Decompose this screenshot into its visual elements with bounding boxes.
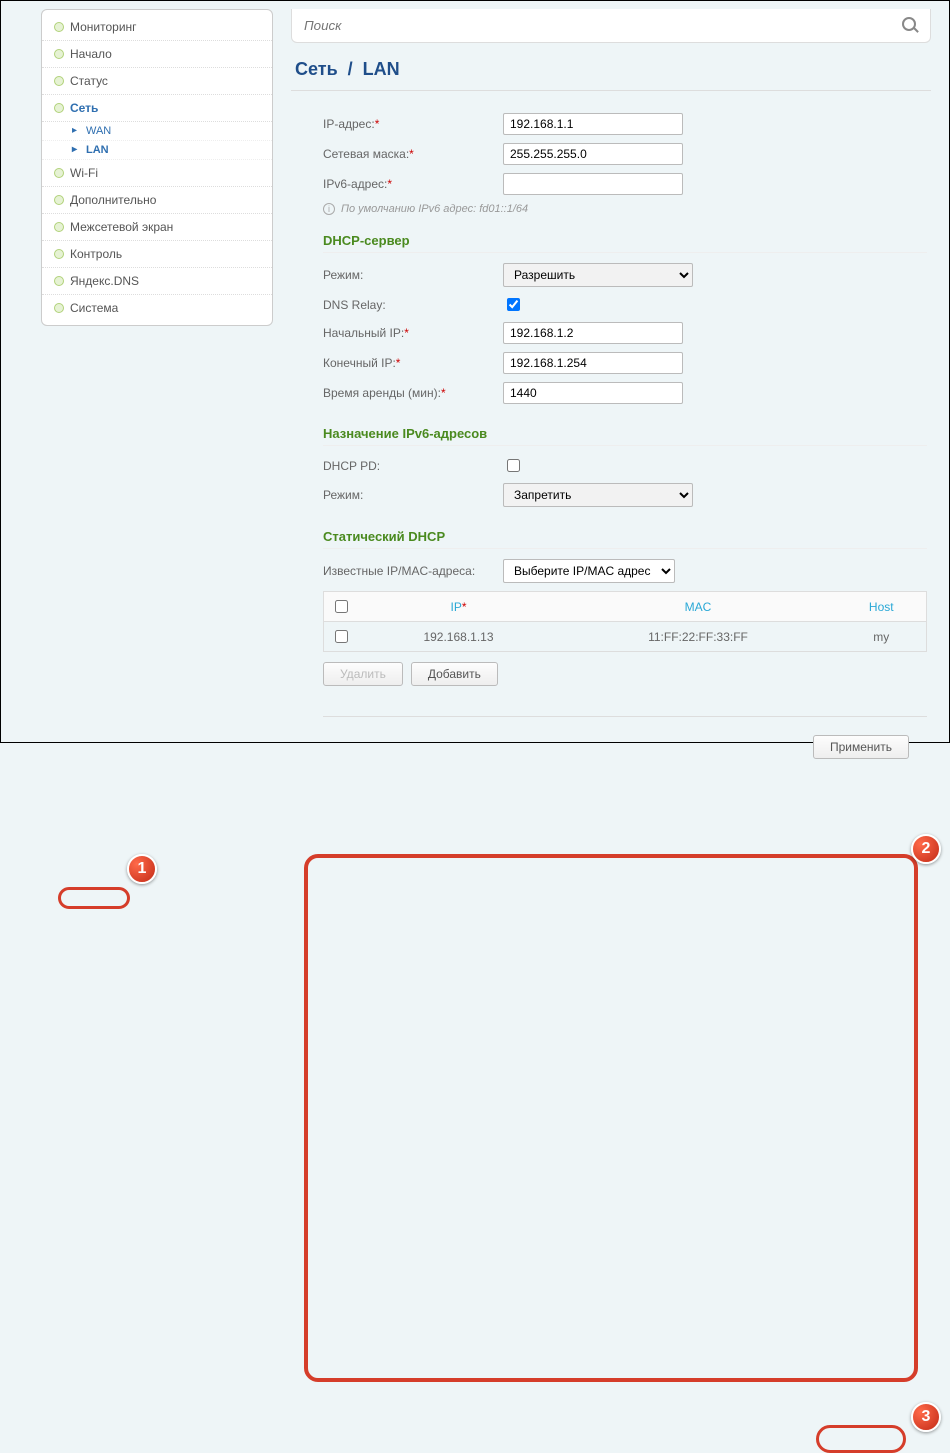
dhcp-lease-input[interactable] (503, 382, 683, 404)
ip-label: IP-адрес:* (323, 117, 503, 131)
col-host: Host (837, 592, 927, 622)
breadcrumb: Сеть / LAN (291, 43, 931, 91)
row-host: my (837, 622, 927, 652)
nav-wifi[interactable]: Wi-Fi (42, 160, 272, 187)
known-select[interactable]: Выберите IP/MAC адрес (503, 559, 675, 583)
main-panel: Сеть / LAN IP-адрес:* Сетевая маска:* IP… (291, 9, 931, 742)
ipv6-input[interactable] (503, 173, 683, 195)
nav-network-lan[interactable]: LAN (42, 141, 272, 160)
table-check-all[interactable] (335, 600, 348, 613)
dns-relay-label: DNS Relay: (323, 298, 503, 312)
nav-control[interactable]: Контроль (42, 241, 272, 268)
ipv6-pd-label: DHCP PD: (323, 459, 503, 473)
ipv6-label: IPv6-адрес:* (323, 177, 503, 191)
dhcp-start-input[interactable] (503, 322, 683, 344)
nav-advanced[interactable]: Дополнительно (42, 187, 272, 214)
table-row[interactable]: 192.168.1.13 11:FF:22:FF:33:FF my (324, 622, 927, 652)
dns-relay-checkbox[interactable] (507, 298, 520, 311)
static-dhcp-table: IP* MAC Host 192.168.1.13 11:FF:22:FF:33… (323, 591, 927, 652)
nav-monitoring[interactable]: Мониторинг (42, 14, 272, 41)
search-input[interactable] (302, 17, 902, 34)
apply-button[interactable]: Применить (813, 735, 909, 759)
row-checkbox[interactable] (335, 630, 348, 643)
dhcp-end-input[interactable] (503, 352, 683, 374)
dhcp-mode-label: Режим: (323, 268, 503, 282)
sidebar: Мониторинг Начало Статус Сеть WAN LAN Wi… (41, 9, 273, 326)
delete-button[interactable]: Удалить (323, 662, 403, 686)
mask-input[interactable] (503, 143, 683, 165)
row-ip: 192.168.1.13 (358, 622, 560, 652)
ipv6-hint: i По умолчанию IPv6 адрес: fd01::1/64 (323, 203, 927, 215)
ipv6-mode-label: Режим: (323, 488, 503, 502)
section-dhcp-title: DHCP-сервер (323, 233, 927, 253)
search-bar (291, 9, 931, 43)
dhcp-mode-select[interactable]: Разрешить (503, 263, 693, 287)
breadcrumb-page: LAN (363, 59, 400, 79)
info-icon: i (323, 203, 335, 215)
dhcp-end-label: Конечный IP:* (323, 356, 503, 370)
nav-yandexdns[interactable]: Яндекс.DNS (42, 268, 272, 295)
nav-network-wan[interactable]: WAN (42, 122, 272, 141)
nav-system[interactable]: Система (42, 295, 272, 321)
row-mac: 11:FF:22:FF:33:FF (559, 622, 836, 652)
ip-input[interactable] (503, 113, 683, 135)
nav-firewall[interactable]: Межсетевой экран (42, 214, 272, 241)
breadcrumb-section: Сеть (295, 59, 338, 79)
col-mac: MAC (559, 592, 836, 622)
nav-start[interactable]: Начало (42, 41, 272, 68)
dhcp-lease-label: Время аренды (мин):* (323, 386, 503, 400)
nav-network[interactable]: Сеть (42, 95, 272, 122)
section-ipv6-title: Назначение IPv6-адресов (323, 426, 927, 446)
nav-status[interactable]: Статус (42, 68, 272, 95)
dhcp-start-label: Начальный IP:* (323, 326, 503, 340)
add-button[interactable]: Добавить (411, 662, 498, 686)
mask-label: Сетевая маска:* (323, 147, 503, 161)
section-static-title: Статический DHCP (323, 529, 927, 549)
ipv6-pd-checkbox[interactable] (507, 459, 520, 472)
search-icon[interactable] (902, 17, 920, 35)
known-label: Известные IP/MAC-адреса: (323, 564, 503, 578)
ipv6-mode-select[interactable]: Запретить (503, 483, 693, 507)
col-ip: IP* (358, 592, 560, 622)
